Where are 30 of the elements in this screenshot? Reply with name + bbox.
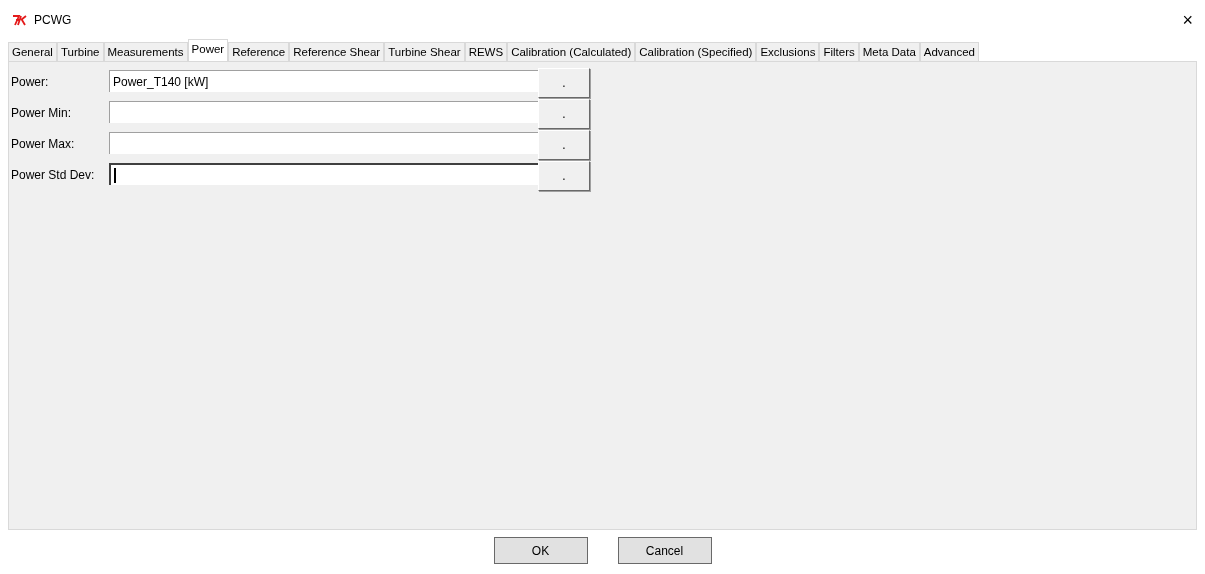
tab[interactable]: Measurements — [103, 42, 188, 61]
tab[interactable]: Reference Shear — [289, 42, 385, 61]
tab[interactable]: Filters — [819, 42, 859, 61]
input-field[interactable] — [109, 132, 538, 154]
dialog-button[interactable]: OK — [493, 537, 588, 564]
browse-button[interactable]: . — [538, 130, 590, 160]
input-field[interactable] — [109, 101, 538, 123]
tab[interactable]: Reference — [228, 42, 290, 61]
browse-button[interactable]: . — [538, 68, 590, 98]
window-title: PCWG — [34, 12, 72, 29]
browse-button[interactable]: . — [538, 161, 590, 191]
tab[interactable]: Advanced — [919, 42, 979, 61]
tab[interactable]: Turbine — [56, 42, 104, 61]
tab[interactable]: Calibration (Calculated) — [507, 42, 636, 61]
tab[interactable]: Turbine Shear — [384, 42, 465, 61]
dialog-button[interactable]: Cancel — [617, 537, 712, 564]
input-field[interactable]: Power_T140 [kW] — [109, 70, 538, 92]
tab[interactable]: Calibration (Specified) — [635, 42, 757, 61]
tab[interactable]: Power — [187, 39, 229, 61]
field-label: Power Max: — [11, 136, 76, 153]
browse-button[interactable]: . — [538, 99, 590, 129]
input-field[interactable] — [109, 163, 538, 185]
field-label: Power Std Dev: — [11, 167, 96, 184]
field-label: Power: — [11, 74, 50, 91]
tab[interactable]: General — [8, 42, 57, 61]
tab[interactable]: REWS — [464, 42, 508, 61]
close-button[interactable]: × — [1182, 11, 1193, 29]
field-label: Power Min: — [11, 105, 73, 122]
tab[interactable]: Exclusions — [756, 42, 820, 61]
tab[interactable]: Meta Data — [858, 42, 920, 61]
